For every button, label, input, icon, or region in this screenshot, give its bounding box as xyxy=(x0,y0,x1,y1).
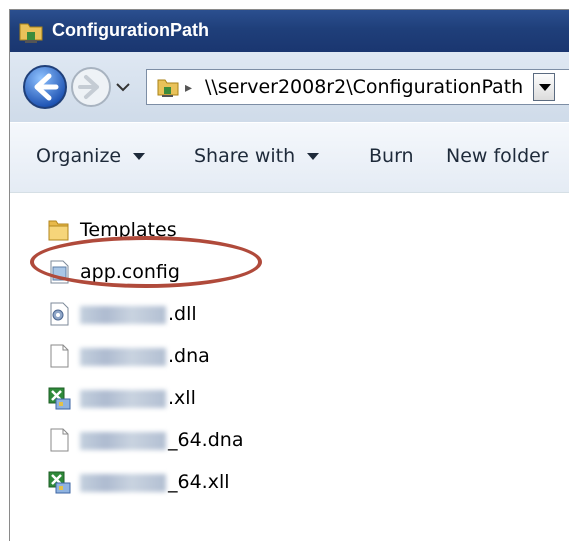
address-dropdown-button[interactable] xyxy=(533,73,555,101)
excel-addin-icon xyxy=(48,471,71,494)
list-item[interactable]: .dna xyxy=(46,339,446,373)
window-title: ConfigurationPath xyxy=(52,20,209,40)
file-name: .xll xyxy=(80,387,196,409)
file-extension: .dna xyxy=(168,345,210,367)
command-bar: Organize Share with Burn New folder xyxy=(10,122,569,193)
file-extension: _64.xll xyxy=(168,471,230,493)
folder-icon xyxy=(48,220,69,241)
file-name: _64.xll xyxy=(80,471,230,493)
file-extension: _64.dna xyxy=(168,429,244,451)
highlight-annotation xyxy=(30,236,262,288)
file-extension: .dll xyxy=(168,303,197,325)
address-path[interactable]: \\server2008r2\ConfigurationPath xyxy=(205,76,523,98)
redacted-text xyxy=(80,305,166,324)
redacted-text xyxy=(80,389,166,408)
forward-button[interactable] xyxy=(70,66,112,108)
organize-button[interactable]: Organize xyxy=(36,145,146,167)
list-item[interactable]: _64.xll xyxy=(46,465,446,499)
share-with-label: Share with xyxy=(194,145,296,167)
network-folder-icon xyxy=(19,23,43,43)
list-item[interactable]: .xll xyxy=(46,381,446,415)
file-extension: .xll xyxy=(168,387,196,409)
chevron-down-icon xyxy=(133,153,146,160)
redacted-text xyxy=(80,347,166,366)
address-bar[interactable]: ▸ \\server2008r2\ConfigurationPath xyxy=(146,69,569,105)
excel-addin-icon xyxy=(48,387,71,410)
share-with-button[interactable]: Share with xyxy=(194,145,320,167)
new-folder-button[interactable]: New folder xyxy=(446,145,549,167)
file-name: .dna xyxy=(80,345,210,367)
file-name: _64.dna xyxy=(80,429,243,451)
list-item[interactable]: _64.dna xyxy=(46,423,446,457)
list-item[interactable]: .dll xyxy=(46,297,446,331)
back-button[interactable] xyxy=(22,64,68,110)
breadcrumb-separator[interactable]: ▸ xyxy=(185,78,199,98)
dll-file-icon xyxy=(50,302,69,326)
network-folder-icon xyxy=(157,79,179,97)
file-name: .dll xyxy=(80,303,197,325)
title-bar[interactable]: ConfigurationPath xyxy=(10,10,569,52)
redacted-text xyxy=(80,473,166,492)
burn-button[interactable]: Burn xyxy=(369,145,414,167)
redacted-text xyxy=(80,431,166,450)
navigation-bar: ▸ \\server2008r2\ConfigurationPath xyxy=(10,52,569,122)
organize-label: Organize xyxy=(36,145,122,167)
chevron-down-icon xyxy=(307,153,320,160)
file-list: Templates app.config .dll .dna .xll _64.… xyxy=(10,192,569,542)
blank-file-icon xyxy=(50,344,69,368)
explorer-window: ConfigurationPath ▸ \\server2008r2\Confi… xyxy=(9,9,569,542)
recent-pages-chevron-icon[interactable] xyxy=(114,78,132,96)
blank-file-icon xyxy=(50,428,69,452)
